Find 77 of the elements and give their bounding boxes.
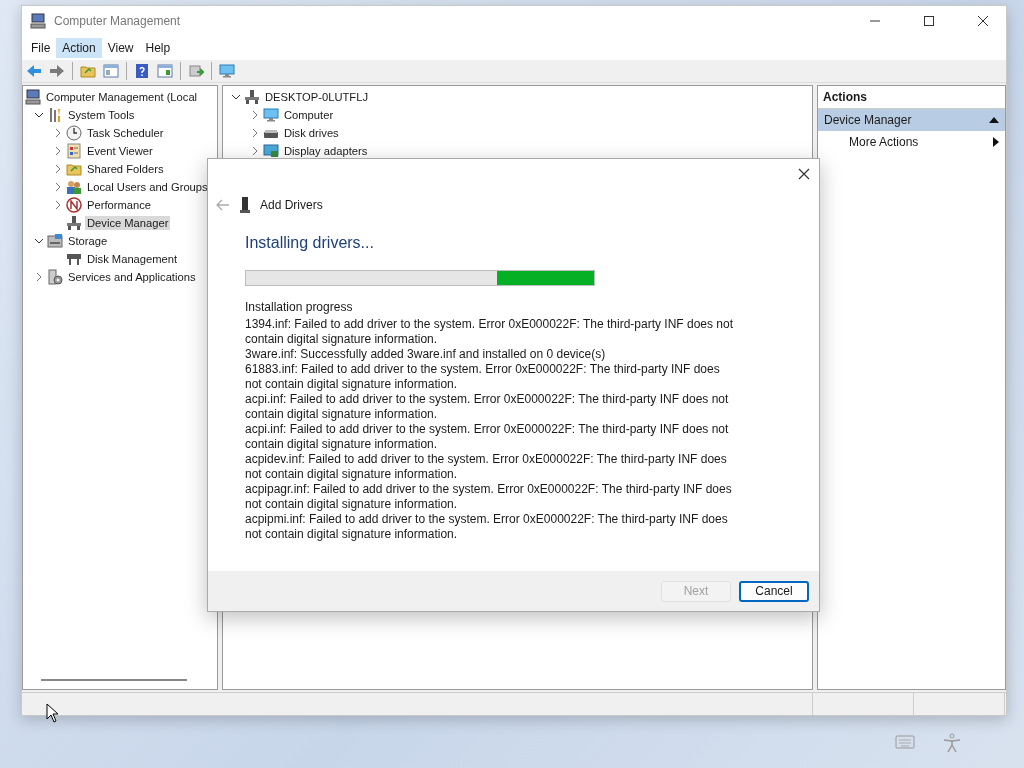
device-icon [244, 89, 260, 105]
tree-item[interactable]: Storage [66, 234, 110, 248]
action-item[interactable]: More Actions [818, 131, 1005, 153]
tree-item[interactable]: Task Scheduler [85, 126, 166, 140]
maximize-icon [924, 16, 934, 26]
chevron-right-icon[interactable] [53, 200, 63, 210]
window-title: Computer Management [54, 14, 182, 28]
back-arrow-icon[interactable] [216, 199, 230, 211]
tools-icon [47, 107, 63, 123]
log-icon [66, 143, 82, 159]
menu-item[interactable]: File [25, 38, 57, 58]
log-entry: 3ware.inf: Successfully added 3ware.inf and installed on 0 device(s) [245, 347, 607, 362]
tree-item[interactable]: Event Viewer [85, 144, 155, 158]
device-icon [66, 215, 82, 231]
help-icon [134, 63, 150, 79]
dialog-title: Add Drivers [260, 198, 323, 212]
tree-item[interactable]: Disk Management [85, 252, 180, 266]
log-entry: acpidev.inf: Failed to add driver to the system. Error 0xE000022F: The third-party INF does not contain digital signature information. [245, 452, 728, 482]
tree-item[interactable]: Performance [85, 198, 154, 212]
log-entry: 61883.inf: Failed to add driver to the system. Error 0xE000022F: The third-party INF does not contain digital signature information. [245, 362, 721, 392]
back-arrow-icon [26, 63, 42, 79]
tree-item[interactable]: Disk drives [282, 126, 341, 140]
close-icon [978, 16, 988, 26]
tree-item[interactable]: Computer [282, 108, 336, 122]
log-entry: acpi.inf: Failed to add driver to the system. Error 0xE000022F: The third-party INF does not contain digital signature information. [245, 422, 730, 452]
storage-icon [47, 233, 63, 249]
forward-arrow-icon [49, 63, 65, 79]
services-icon [47, 269, 63, 285]
monitor-icon [263, 107, 279, 123]
tree-item[interactable]: Services and Applications [66, 270, 198, 284]
tree-item[interactable]: System Tools [66, 108, 137, 122]
display-adapter-icon [263, 143, 279, 159]
tree-item[interactable]: DESKTOP-0LUTFLJ [263, 90, 370, 104]
chevron-down-icon[interactable] [231, 92, 241, 102]
menu-item[interactable]: Help [139, 38, 177, 58]
export-icon [188, 63, 204, 79]
scrollbar[interactable] [41, 679, 187, 681]
monitor-icon [219, 63, 235, 79]
menu-item[interactable]: Action [56, 38, 102, 58]
tree-item[interactable]: Computer Management (Local [44, 90, 200, 104]
folder-icon [66, 161, 82, 177]
actions-section[interactable]: Device Manager [818, 109, 1005, 131]
triangle-right-icon [993, 137, 999, 147]
chevron-right-icon[interactable] [53, 164, 63, 174]
tree-item[interactable]: Device Manager [85, 216, 171, 230]
chevron-right-icon[interactable] [53, 128, 63, 138]
users-icon [66, 179, 82, 195]
disk-icon [66, 251, 82, 267]
computer-icon [25, 89, 41, 105]
chevron-down-icon[interactable] [34, 110, 44, 120]
computer-icon [30, 13, 46, 29]
folder-icon [80, 63, 96, 79]
tree-item[interactable]: Shared Folders [85, 162, 166, 176]
chevron-right-icon[interactable] [250, 128, 260, 138]
log-label: Installation progress [245, 300, 354, 314]
log-entry: acpi.inf: Failed to add driver to the system. Error 0xE000022F: The third-party INF does not contain digital signature information. [245, 392, 730, 422]
chevron-right-icon[interactable] [34, 272, 44, 282]
dialog-heading: Installing drivers... [245, 234, 375, 252]
dialog-button[interactable]: Cancel [739, 580, 809, 602]
log-entry: 1394.inf: Failed to add driver to the system. Error 0xE000022F: The third-party INF does not contain digital signature information. [245, 317, 735, 347]
clock-icon [66, 125, 82, 141]
close-icon[interactable] [797, 167, 811, 181]
tree-item[interactable]: Display adapters [282, 144, 370, 158]
log-entry: acpipmi.inf: Failed to add driver to the system. Error 0xE000022F: The third-party INF does not contain digital signature information. [245, 512, 729, 542]
mouse-cursor-icon [46, 703, 59, 723]
menu-item[interactable]: View [101, 38, 140, 58]
pane-icon [157, 63, 173, 79]
chevron-right-icon[interactable] [250, 146, 260, 156]
device-icon [240, 197, 250, 213]
chevron-right-icon[interactable] [53, 146, 63, 156]
chevron-right-icon[interactable] [53, 182, 63, 192]
gauge-icon [66, 197, 82, 213]
log-entry: acpipagr.inf: Failed to add driver to the system. Error 0xE000022F: The third-party INF does not contain digital signature information. [245, 482, 733, 512]
pane-icon [103, 63, 119, 79]
chevron-right-icon[interactable] [250, 110, 260, 120]
chevron-down-icon[interactable] [34, 236, 44, 246]
tree-item[interactable]: Local Users and Groups [85, 180, 210, 194]
